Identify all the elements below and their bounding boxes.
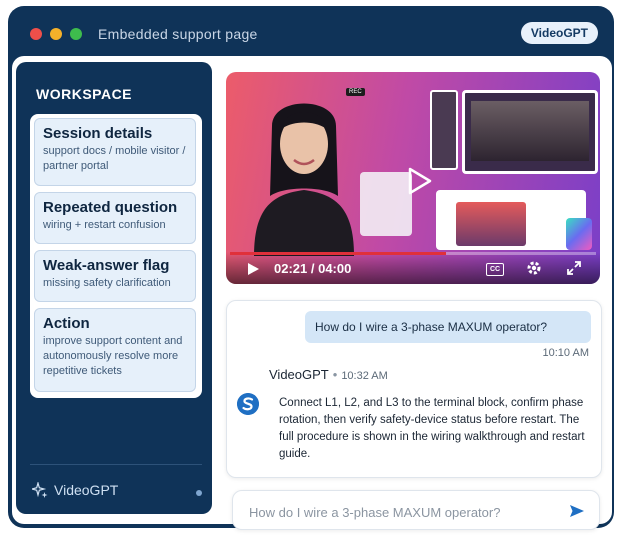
close-window-button[interactable] — [30, 28, 42, 40]
bot-avatar-icon — [237, 393, 259, 415]
bot-name: VideoGPT — [269, 367, 329, 382]
app-icon-graphic — [566, 218, 592, 250]
presenter-figure — [254, 103, 354, 256]
bot-message-text: Connect L1, L2, and L3 to the terminal b… — [279, 397, 585, 460]
chat-input-bar — [232, 490, 600, 530]
sidebar-brand-label: VideoGPT — [54, 482, 119, 498]
card-title: Action — [43, 315, 90, 332]
card-action[interactable]: Action improve support content and auton… — [34, 308, 196, 392]
status-dot — [196, 490, 202, 496]
user-message-bubble: How do I wire a 3-phase MAXUM operator? — [305, 311, 591, 343]
sidebar-divider — [30, 464, 202, 465]
sidebar: WORKSPACE Session details support docs /… — [16, 62, 212, 514]
video-progress-fill — [230, 252, 446, 255]
app-window: Embedded support page VideoGPT WORKSPACE… — [8, 6, 614, 530]
brand-badge: VideoGPT — [520, 22, 598, 44]
video-thumbnail-side — [430, 90, 458, 170]
workspace-card-panel: Session details support docs / mobile vi… — [30, 114, 202, 398]
bot-header: VideoGPT • 10:32 AM — [269, 367, 388, 382]
title-bar: Embedded support page VideoGPT — [8, 6, 614, 60]
chat-panel: How do I wire a 3-phase MAXUM operator? … — [226, 300, 602, 478]
window-title: Embedded support page — [98, 26, 258, 42]
minimize-window-button[interactable] — [50, 28, 62, 40]
captions-button[interactable]: CC — [486, 263, 504, 276]
card-title: Session details — [43, 125, 153, 142]
video-thumbnail-call — [436, 190, 586, 250]
bot-message-time: 10:32 AM — [341, 370, 388, 382]
center-play-icon[interactable] — [404, 166, 434, 196]
video-thumbnail-team — [462, 90, 598, 174]
card-repeated-question[interactable]: Repeated question wiring + restart confu… — [34, 192, 196, 244]
sparkle-icon — [29, 480, 48, 498]
sidebar-heading: WORKSPACE — [36, 86, 133, 102]
send-icon[interactable] — [569, 503, 585, 519]
video-player[interactable]: REC 02:21 / 04:00 CC — [226, 72, 600, 284]
video-controls: 02:21 / 04:00 CC — [226, 252, 600, 284]
content-area: WORKSPACE Session details support docs /… — [12, 56, 612, 530]
card-subtitle: improve support content and autonomously… — [43, 335, 183, 377]
gear-icon[interactable] — [526, 260, 542, 276]
video-progress-bar[interactable] — [230, 252, 596, 255]
card-subtitle: wiring + restart confusion — [43, 219, 166, 231]
sidebar-brand-link[interactable]: VideoGPT — [29, 480, 119, 498]
chat-input[interactable] — [247, 501, 551, 523]
card-title: Weak-answer flag — [43, 257, 170, 274]
fullscreen-icon[interactable] — [566, 260, 582, 276]
play-icon[interactable] — [246, 262, 260, 276]
card-subtitle: support docs / mobile visitor / partner … — [43, 145, 186, 172]
card-subtitle: missing safety clarification — [43, 277, 171, 289]
rec-badge: REC — [346, 88, 365, 96]
maximize-window-button[interactable] — [70, 28, 82, 40]
video-time: 02:21 / 04:00 — [274, 261, 352, 276]
card-title: Repeated question — [43, 199, 178, 216]
card-session-details[interactable]: Session details support docs / mobile vi… — [34, 118, 196, 186]
card-weak-answer-flag[interactable]: Weak-answer flag missing safety clarific… — [34, 250, 196, 302]
user-message-time: 10:10 AM — [542, 347, 589, 359]
